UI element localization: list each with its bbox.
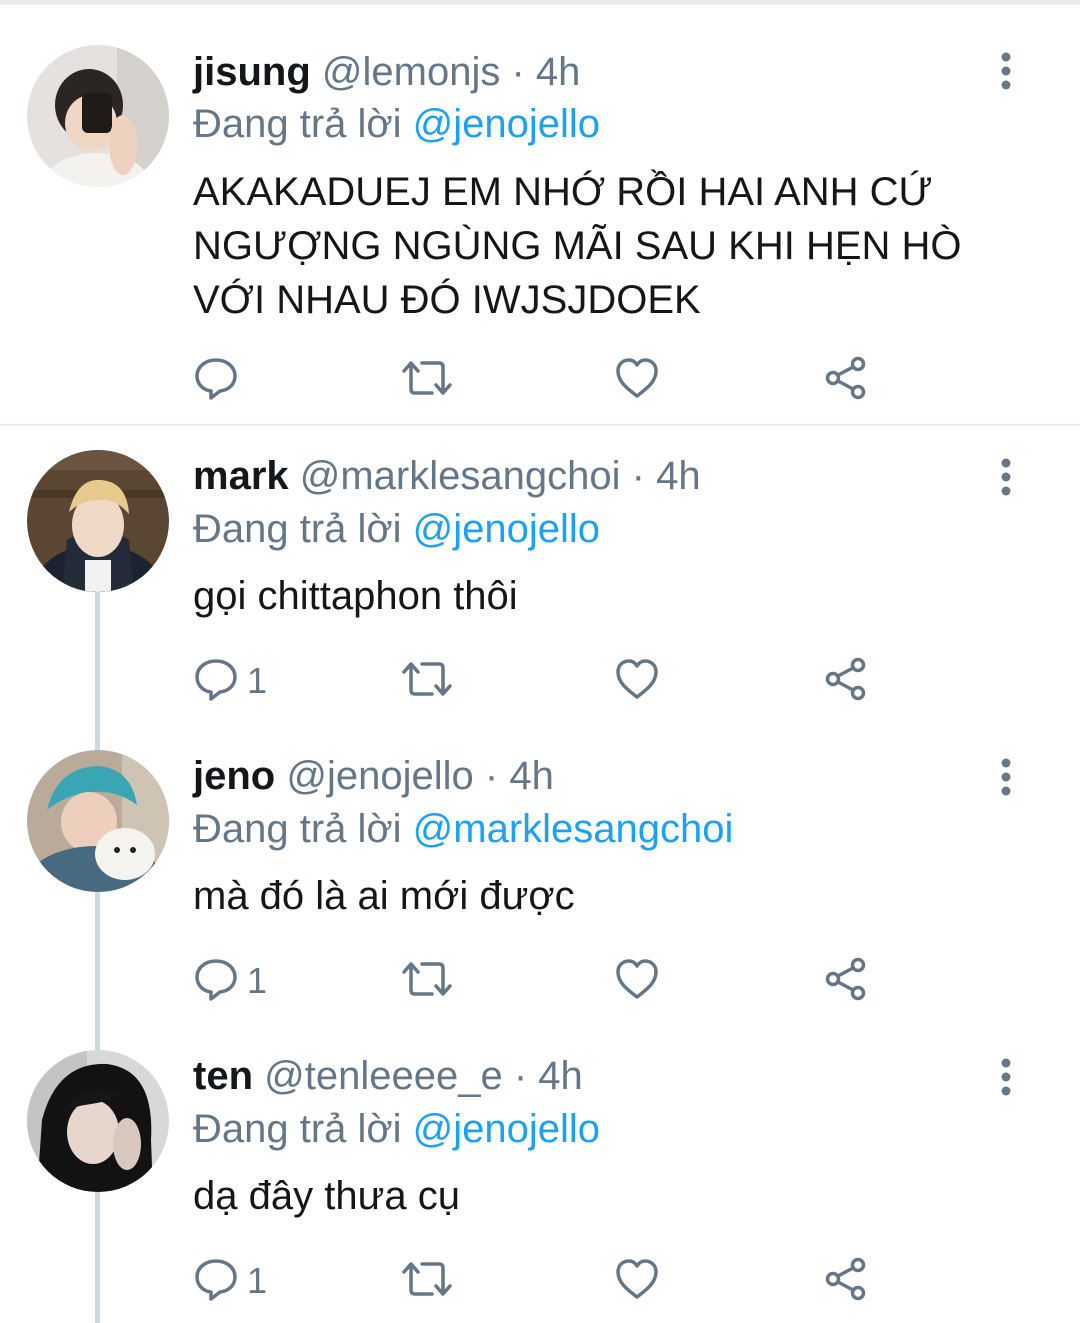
display-name[interactable]: jeno xyxy=(193,754,275,798)
reply-icon xyxy=(193,656,239,707)
tweet-header: ten @tenleeee_e · 4h xyxy=(193,1052,583,1100)
tweet-text: dạ đây thưa cụ xyxy=(193,1174,460,1218)
replying-to: Đang trả lời @marklesangchoi xyxy=(193,805,733,853)
share-button[interactable] xyxy=(823,656,869,706)
replying-to-label: Đang trả lời xyxy=(193,102,402,146)
like-button[interactable] xyxy=(614,656,660,706)
retweet-button[interactable] xyxy=(400,355,454,405)
timestamp[interactable]: 4h xyxy=(509,754,554,798)
separator: · xyxy=(484,754,499,798)
retweet-icon xyxy=(400,355,454,406)
mention-link[interactable]: @jenojello xyxy=(413,1107,600,1151)
like-icon xyxy=(614,656,660,707)
replying-to-label: Đang trả lời xyxy=(193,807,402,851)
share-button[interactable] xyxy=(823,355,869,405)
like-icon xyxy=(614,1256,660,1307)
separator: · xyxy=(631,454,645,498)
separator: · xyxy=(513,1054,528,1098)
share-icon xyxy=(823,355,869,406)
tweet-jeno[interactable]: jeno @jenojello · 4h Đang trả lời @markl… xyxy=(0,726,1080,1026)
reply-count: 1 xyxy=(247,1260,268,1301)
tweet-header: jisung @lemonjs · 4h xyxy=(193,48,580,96)
mention-link[interactable]: @jenojello xyxy=(413,102,600,146)
avatar[interactable] xyxy=(27,450,169,592)
tweet-header: mark @marklesangchoi · 4h xyxy=(193,452,701,500)
replying-to-label: Đang trả lời xyxy=(193,507,402,551)
user-handle[interactable]: @lemonjs xyxy=(322,50,500,94)
share-button[interactable] xyxy=(823,956,869,1006)
retweet-icon xyxy=(400,956,454,1007)
more-options-icon[interactable] xyxy=(994,49,1018,93)
mention-link[interactable]: @jenojello xyxy=(413,507,600,551)
like-button[interactable] xyxy=(614,355,660,405)
like-button[interactable] xyxy=(614,1256,660,1306)
action-bar: 1 xyxy=(193,956,893,1006)
more-options-icon[interactable] xyxy=(994,755,1018,799)
reply-button[interactable]: 1 xyxy=(193,656,267,706)
display-name[interactable]: jisung xyxy=(193,50,311,94)
replying-to: Đang trả lời @jenojello xyxy=(193,100,600,148)
reply-count: 1 xyxy=(247,660,268,701)
timestamp[interactable]: 4h xyxy=(538,1054,583,1098)
retweet-button[interactable] xyxy=(400,656,454,706)
retweet-icon xyxy=(400,1256,454,1307)
tweet-text: gọi chittaphon thôi xyxy=(193,574,518,618)
avatar[interactable] xyxy=(27,750,169,892)
like-icon xyxy=(614,956,660,1007)
more-options-icon[interactable] xyxy=(994,455,1018,499)
share-icon xyxy=(823,1256,869,1307)
mention-link[interactable]: @marklesangchoi xyxy=(413,807,734,851)
user-handle[interactable]: @jenojello xyxy=(286,754,473,798)
reply-button[interactable] xyxy=(193,355,247,405)
timestamp[interactable]: 4h xyxy=(656,454,701,498)
timestamp[interactable]: 4h xyxy=(536,50,581,94)
tweet-text: AKAKADUEJ EM NHỚ RỒI HAI ANH CỨ NGƯỢNG N… xyxy=(193,170,962,322)
like-button[interactable] xyxy=(614,956,660,1006)
user-handle[interactable]: @marklesangchoi xyxy=(300,454,621,498)
share-icon xyxy=(823,956,869,1007)
tweet-text: mà đó là ai mới được xyxy=(193,874,575,918)
tweet-mark[interactable]: mark @marklesangchoi · 4h Đang trả lời @… xyxy=(0,426,1080,726)
more-options-icon[interactable] xyxy=(994,1055,1018,1099)
action-bar xyxy=(193,355,893,405)
retweet-button[interactable] xyxy=(400,1256,454,1306)
reply-button[interactable]: 1 xyxy=(193,956,267,1006)
display-name[interactable]: mark xyxy=(193,454,289,498)
reply-icon xyxy=(193,956,239,1007)
replying-to-label: Đang trả lời xyxy=(193,1107,402,1151)
retweet-button[interactable] xyxy=(400,956,454,1006)
action-bar: 1 xyxy=(193,656,893,706)
tweet-ten[interactable]: ten @tenleeee_e · 4h Đang trả lời @jenoj… xyxy=(0,1026,1080,1323)
action-bar: 1 xyxy=(193,1256,893,1306)
avatar[interactable] xyxy=(27,1050,169,1192)
tweet-jisung[interactable]: jisung @lemonjs · 4h Đang trả lời @jenoj… xyxy=(0,0,1080,424)
like-icon xyxy=(614,355,660,406)
share-icon xyxy=(823,656,869,707)
replying-to: Đang trả lời @jenojello xyxy=(193,1105,600,1153)
replying-to: Đang trả lời @jenojello xyxy=(193,505,600,553)
reply-icon xyxy=(193,355,239,406)
share-button[interactable] xyxy=(823,1256,869,1306)
display-name[interactable]: ten xyxy=(193,1054,253,1098)
retweet-icon xyxy=(400,656,454,707)
reply-icon xyxy=(193,1256,239,1307)
reply-button[interactable]: 1 xyxy=(193,1256,267,1306)
separator: · xyxy=(511,50,525,94)
tweet-header: jeno @jenojello · 4h xyxy=(193,752,554,800)
avatar[interactable] xyxy=(27,45,169,187)
reply-count: 1 xyxy=(247,960,268,1001)
user-handle[interactable]: @tenleeee_e xyxy=(264,1054,503,1098)
